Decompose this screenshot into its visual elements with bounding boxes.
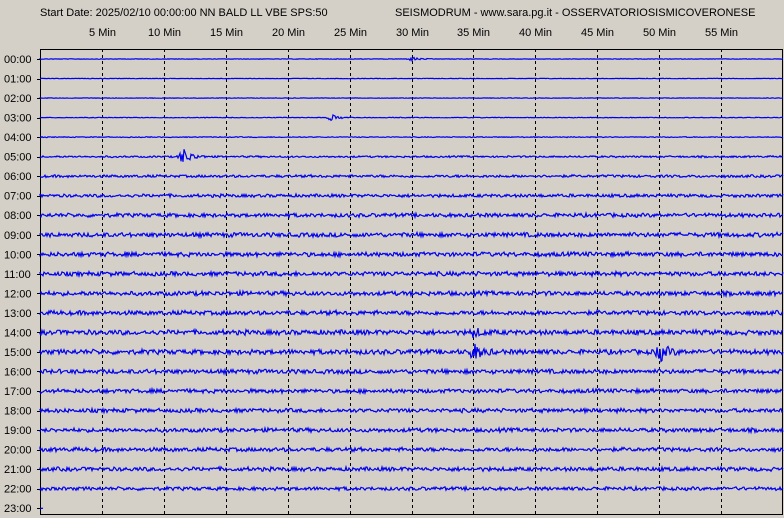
y-tick-label: 19:00 xyxy=(4,425,32,437)
y-tick-label: 23:00 xyxy=(4,503,32,515)
x-tick-label: 10 Min xyxy=(148,27,181,39)
trace-2000 xyxy=(39,445,784,454)
trace-2100 xyxy=(39,464,784,473)
trace-0700 xyxy=(39,192,784,200)
trace-1100 xyxy=(39,269,784,279)
y-tick-label: 02:00 xyxy=(4,93,32,105)
y-tick-label: 16:00 xyxy=(4,366,32,378)
x-tick-label: 20 Min xyxy=(272,27,305,39)
trace-0500 xyxy=(39,149,784,162)
trace-0800 xyxy=(39,210,784,220)
trace-0400 xyxy=(39,135,784,139)
trace-0200 xyxy=(39,97,784,99)
trace-0900 xyxy=(39,230,784,240)
trace-2200 xyxy=(39,484,784,493)
x-tick-label: 35 Min xyxy=(457,27,490,39)
trace-1800 xyxy=(39,406,784,415)
y-tick-label: 18:00 xyxy=(4,406,32,418)
trace-1300 xyxy=(39,308,784,317)
y-tick-label: 07:00 xyxy=(4,191,32,203)
y-tick-label: 15:00 xyxy=(4,347,32,359)
y-tick-label: 22:00 xyxy=(4,484,32,496)
y-tick-label: 10:00 xyxy=(4,249,32,261)
y-tick-label: 06:00 xyxy=(4,171,32,183)
x-tick-label: 5 Min xyxy=(89,27,116,39)
y-tick-label: 14:00 xyxy=(4,327,32,339)
y-tick-label: 05:00 xyxy=(4,152,32,164)
x-tick-label: 25 Min xyxy=(334,27,367,39)
y-tick-label: 08:00 xyxy=(4,210,32,222)
trace-1200 xyxy=(39,288,784,299)
x-tick-label: 45 Min xyxy=(581,27,614,39)
y-tick-label: 09:00 xyxy=(4,230,32,242)
trace-1400 xyxy=(39,327,784,339)
y-tick-label: 13:00 xyxy=(4,308,32,320)
seismogram-chart: 5 Min 10 Min 15 Min 20 Min 25 Min 30 Min 35 Mi… xyxy=(4,27,784,515)
y-tick-label: 04:00 xyxy=(4,132,32,144)
y-tick-label: 17:00 xyxy=(4,386,32,398)
plot-frame xyxy=(40,49,783,515)
x-tick-label: 50 Min xyxy=(643,27,676,39)
x-tick-label: 55 Min xyxy=(705,27,738,39)
x-tick-label: 30 Min xyxy=(396,27,429,39)
trace-0300 xyxy=(39,114,783,122)
y-tick-label: 03:00 xyxy=(4,113,32,125)
trace-1900 xyxy=(39,425,784,435)
trace-0600 xyxy=(39,173,784,179)
y-tick-label: 20:00 xyxy=(4,445,32,457)
trace-1700 xyxy=(39,386,784,396)
y-tick-label: 00:00 xyxy=(4,54,32,66)
trace-1600 xyxy=(39,367,784,376)
trace-1500 xyxy=(39,343,784,363)
y-tick-label: 11:00 xyxy=(4,269,31,281)
y-tick-label: 12:00 xyxy=(4,288,32,300)
trace-0000 xyxy=(39,56,784,63)
trace-1000 xyxy=(39,250,784,259)
seismogram-window: Start Date: 2025/02/10 00:00:00 NN BALD … xyxy=(0,0,784,518)
x-tick-label: 15 Min xyxy=(210,27,243,39)
y-tick-label: 01:00 xyxy=(4,74,32,86)
y-tick-label: 21:00 xyxy=(4,464,32,476)
trace-0100 xyxy=(39,77,784,80)
x-tick-label: 40 Min xyxy=(519,27,552,39)
